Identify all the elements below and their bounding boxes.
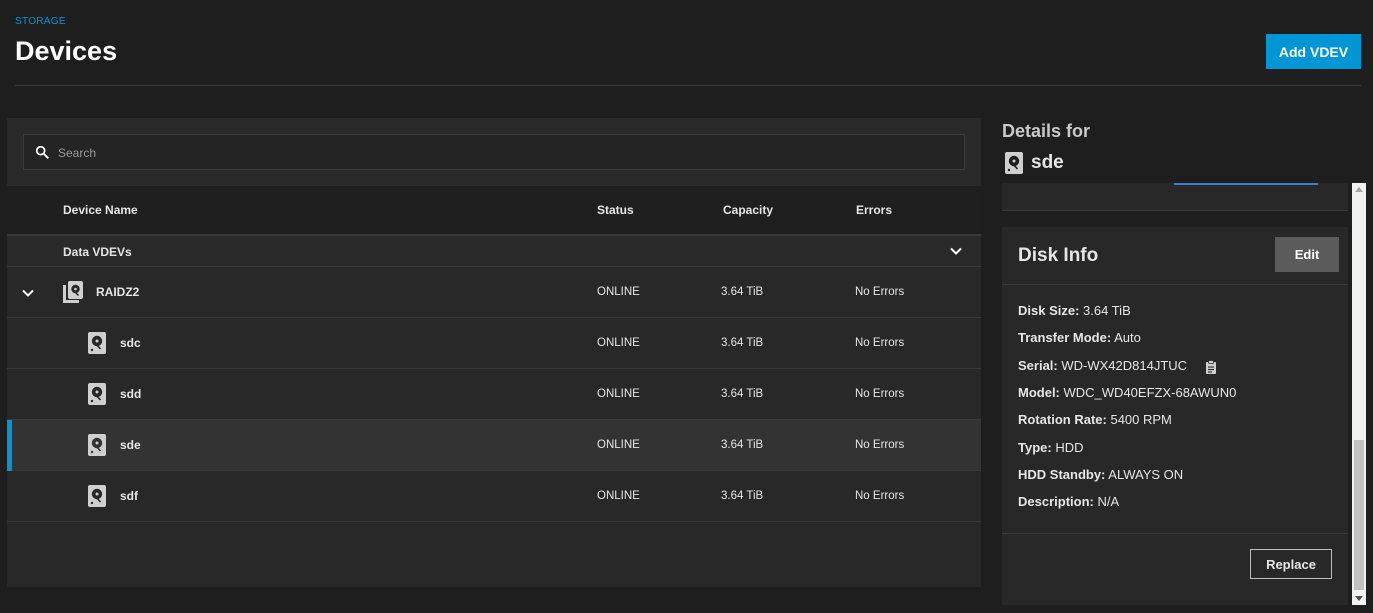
group-label: Data VDEVs [63, 245, 132, 259]
group-row-data-vdevs[interactable]: Data VDEVs [7, 236, 981, 267]
device-name: sdd [120, 387, 142, 401]
replace-button[interactable]: Replace [1250, 549, 1332, 579]
info-label: Rotation Rate: [1018, 412, 1107, 427]
info-hdd-standby: HDD Standby: ALWAYS ON [1018, 467, 1183, 482]
device-status: ONLINE [597, 439, 640, 451]
info-label: Description: [1018, 494, 1094, 509]
device-name: sdf [120, 489, 138, 503]
card-divider [1002, 284, 1348, 285]
table-row[interactable]: sdf ONLINE 3.64 TiB No Errors [7, 471, 981, 522]
search-icon [35, 145, 49, 159]
hard-disk-icon [88, 383, 106, 405]
info-label: Serial: [1018, 358, 1058, 373]
breadcrumb[interactable]: STORAGE [15, 16, 66, 27]
info-disk-size: Disk Size: 3.64 TiB [1018, 303, 1131, 318]
device-status: ONLINE [597, 490, 640, 502]
device-name: sdc [120, 336, 141, 350]
column-header-errors[interactable]: Errors [856, 203, 892, 217]
add-vdev-button[interactable]: Add VDEV [1266, 34, 1361, 69]
info-description: Description: N/A [1018, 494, 1119, 509]
info-rotation-rate: Rotation Rate: 5400 RPM [1018, 412, 1172, 427]
device-capacity: 3.64 TiB [721, 439, 764, 451]
info-serial: Serial: WD-WX42D814JTUC [1018, 358, 1217, 374]
scroll-down-arrow-icon[interactable] [1355, 596, 1363, 601]
info-transfer-mode: Transfer Mode: Auto [1018, 330, 1141, 345]
scroll-up-arrow-icon[interactable] [1355, 187, 1363, 192]
table-header: Device Name Status Capacity Errors [7, 186, 981, 236]
page-title: Devices [15, 36, 118, 66]
card-divider [1002, 533, 1348, 534]
column-header-device-name[interactable]: Device Name [63, 203, 138, 217]
disk-info-title: Disk Info [1018, 245, 1099, 266]
info-value: HDD [1055, 440, 1084, 455]
details-title: Details for [1002, 121, 1091, 141]
info-model: Model: WDC_WD40EFZX-68AWUN0 [1018, 385, 1236, 400]
device-errors: No Errors [855, 286, 905, 298]
device-errors: No Errors [855, 337, 905, 349]
previous-card-link[interactable] [1174, 183, 1318, 185]
selection-indicator [7, 420, 12, 471]
device-errors: No Errors [855, 490, 905, 502]
search-input[interactable] [56, 135, 950, 171]
clipboard-icon[interactable] [1205, 359, 1217, 374]
vdev-stack-icon [63, 281, 83, 303]
table-row[interactable]: sdc ONLINE 3.64 TiB No Errors [7, 318, 981, 369]
table-row[interactable]: RAIDZ2 ONLINE 3.64 TiB No Errors [7, 267, 981, 318]
hard-disk-icon [88, 485, 106, 507]
chevron-down-icon[interactable] [21, 286, 35, 300]
disk-info-card: Disk Info Edit Disk Size: 3.64 TiB Trans… [1002, 227, 1348, 605]
device-capacity: 3.64 TiB [721, 388, 764, 400]
edit-button[interactable]: Edit [1275, 237, 1339, 272]
info-value: WDC_WD40EFZX-68AWUN0 [1063, 385, 1237, 400]
device-name: sde [120, 438, 141, 452]
devices-panel: Device Name Status Capacity Errors Data … [7, 118, 981, 587]
info-label: HDD Standby: [1018, 467, 1106, 482]
device-status: ONLINE [597, 337, 640, 349]
info-value: WD-WX42D814JTUC [1061, 358, 1188, 373]
details-scrollbar[interactable] [1352, 183, 1366, 605]
details-device-name: sde [1031, 152, 1064, 173]
details-scroll-area[interactable]: Disk Info Edit Disk Size: 3.64 TiB Trans… [1002, 183, 1348, 605]
header-divider [15, 85, 1361, 86]
hard-disk-icon [88, 434, 106, 456]
device-capacity: 3.64 TiB [721, 490, 764, 502]
search-area [7, 118, 981, 186]
info-value: N/A [1097, 494, 1120, 509]
device-capacity: 3.64 TiB [721, 286, 764, 298]
scrollbar-thumb[interactable] [1354, 440, 1364, 590]
info-label: Model: [1018, 385, 1060, 400]
device-capacity: 3.64 TiB [721, 337, 764, 349]
previous-card [1002, 183, 1348, 211]
info-label: Disk Size: [1018, 303, 1080, 318]
hard-disk-icon [88, 332, 106, 354]
chevron-down-icon[interactable] [949, 244, 963, 258]
info-type: Type: HDD [1018, 440, 1084, 455]
info-label: Transfer Mode: [1018, 330, 1112, 345]
device-errors: No Errors [855, 439, 905, 451]
info-value: 3.64 TiB [1083, 303, 1131, 318]
table-row-selected[interactable]: sde ONLINE 3.64 TiB No Errors [7, 420, 981, 471]
device-name: RAIDZ2 [96, 285, 140, 299]
hard-disk-icon [1005, 152, 1023, 174]
column-header-status[interactable]: Status [597, 203, 634, 217]
info-value: ALWAYS ON [1108, 467, 1184, 482]
search-box[interactable] [23, 134, 965, 171]
device-status: ONLINE [597, 286, 640, 298]
info-value: Auto [1114, 330, 1141, 345]
device-errors: No Errors [855, 388, 905, 400]
info-label: Type: [1018, 440, 1052, 455]
device-status: ONLINE [597, 388, 640, 400]
info-value: 5400 RPM [1110, 412, 1172, 427]
column-header-capacity[interactable]: Capacity [723, 203, 773, 217]
table-row[interactable]: sdd ONLINE 3.64 TiB No Errors [7, 369, 981, 420]
